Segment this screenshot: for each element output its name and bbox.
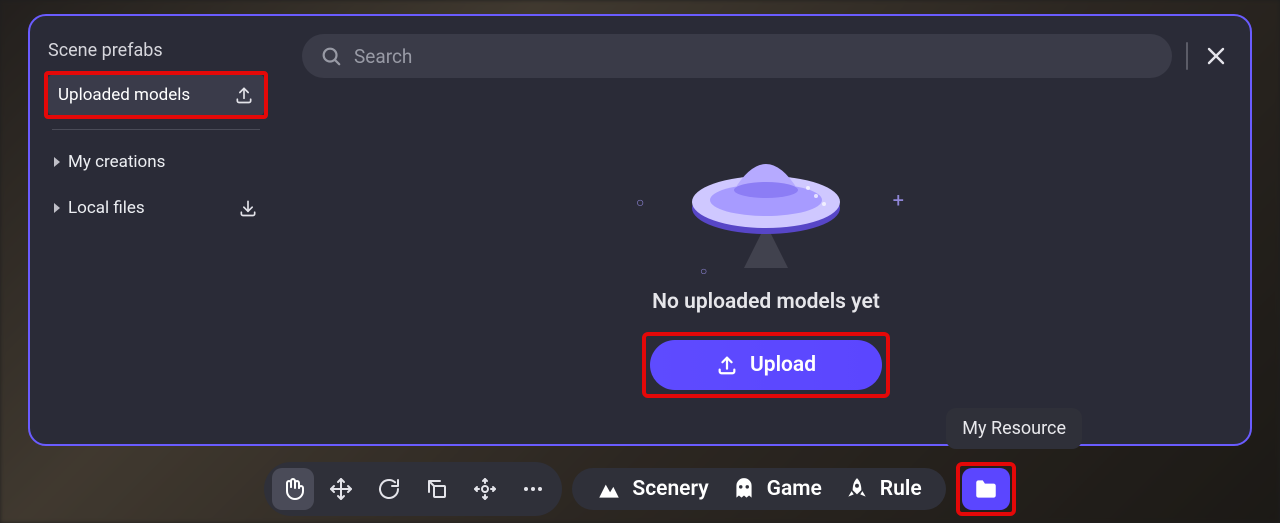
- search-field[interactable]: [302, 34, 1172, 78]
- tooltip-my-resource: My Resource: [946, 408, 1082, 449]
- upload-icon: [716, 354, 738, 376]
- highlight-my-resource: [956, 462, 1016, 516]
- close-button[interactable]: [1202, 42, 1230, 70]
- mode-game[interactable]: Game: [731, 476, 822, 502]
- chevron-right-icon: [54, 157, 60, 167]
- upload-icon: [234, 85, 254, 105]
- mode-rule[interactable]: Rule: [844, 476, 922, 502]
- mode-tabs-group: Scenery Game Rule: [572, 468, 945, 510]
- highlight-uploaded-models: Uploaded models: [44, 71, 268, 119]
- mountain-icon: [596, 476, 622, 502]
- upload-button[interactable]: Upload: [650, 340, 882, 390]
- highlight-upload-button: Upload: [642, 332, 890, 398]
- import-icon: [238, 198, 258, 218]
- assets-panel: Scene prefabs Uploaded models My creatio…: [28, 14, 1252, 446]
- panel-topbar: [282, 16, 1250, 86]
- scale-tool[interactable]: [416, 468, 458, 510]
- sparkle-icon: ○: [636, 194, 644, 211]
- sidebar-item-local-files[interactable]: Local files: [44, 188, 268, 228]
- empty-state-message: No uploaded models yet: [652, 290, 880, 314]
- mode-label: Game: [767, 477, 822, 501]
- ufo-illustration: ○ + ○: [656, 132, 876, 272]
- bottom-toolbar: Scenery Game Rule: [0, 455, 1280, 523]
- sparkle-icon: ○: [700, 264, 707, 278]
- sparkle-icon: +: [893, 188, 904, 212]
- sidebar: Scene prefabs Uploaded models My creatio…: [30, 16, 282, 444]
- move-tool[interactable]: [320, 468, 362, 510]
- folder-icon: [973, 476, 999, 502]
- sidebar-item-label: Uploaded models: [58, 85, 190, 105]
- sidebar-item-label: My creations: [68, 152, 165, 172]
- rocket-icon: [844, 476, 870, 502]
- search-input[interactable]: [354, 45, 1154, 68]
- my-resource-button[interactable]: [962, 468, 1010, 510]
- mode-scenery[interactable]: Scenery: [596, 476, 708, 502]
- sidebar-item-label: Local files: [68, 198, 145, 218]
- ghost-icon: [731, 476, 757, 502]
- empty-state: ○ + ○ No: [282, 86, 1250, 444]
- transform-tools-group: [264, 462, 562, 516]
- search-icon: [320, 45, 342, 67]
- sidebar-divider: [52, 129, 260, 130]
- more-tools[interactable]: [512, 468, 554, 510]
- upload-button-label: Upload: [750, 353, 816, 377]
- mode-label: Rule: [880, 477, 922, 501]
- hand-tool[interactable]: [272, 468, 314, 510]
- sidebar-item-uploaded-models[interactable]: Uploaded models: [48, 75, 264, 115]
- sidebar-item-my-creations[interactable]: My creations: [44, 142, 268, 182]
- rotate-tool[interactable]: [368, 468, 410, 510]
- sidebar-title: Scene prefabs: [44, 34, 268, 65]
- topbar-divider: [1186, 42, 1188, 70]
- transform-tool[interactable]: [464, 468, 506, 510]
- panel-main: ○ + ○ No: [282, 16, 1250, 444]
- mode-label: Scenery: [632, 477, 708, 501]
- chevron-right-icon: [54, 203, 60, 213]
